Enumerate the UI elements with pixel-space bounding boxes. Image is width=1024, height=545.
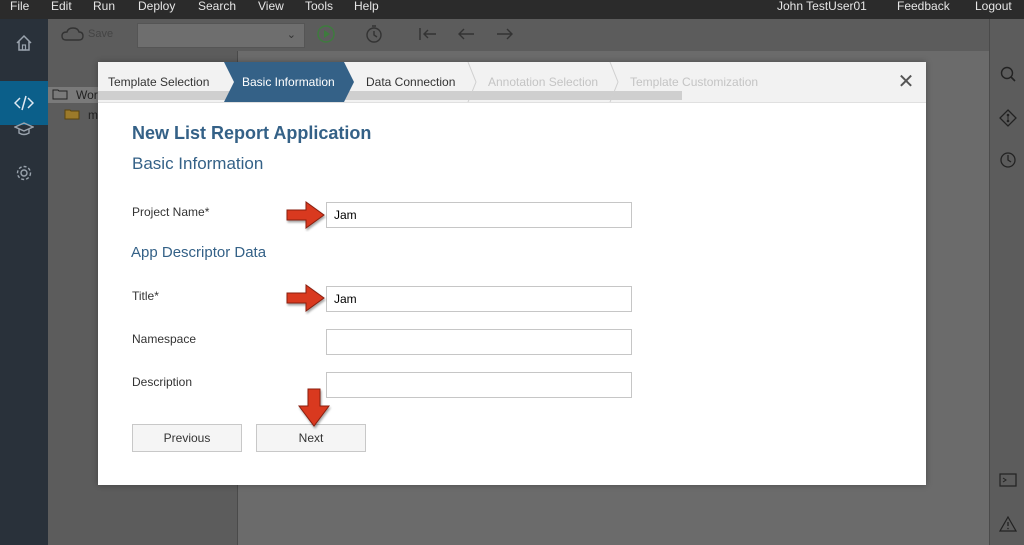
- project-folder-icon: [64, 108, 80, 123]
- cloud-save-icon: [60, 26, 84, 45]
- user-name[interactable]: John TestUser01: [777, 0, 867, 14]
- menu-search[interactable]: Search: [198, 0, 236, 14]
- title-input[interactable]: Jam: [326, 286, 632, 312]
- close-icon[interactable]: ✕: [896, 72, 916, 92]
- app-descriptor-title: App Descriptor Data: [131, 244, 267, 261]
- menu-view[interactable]: View: [258, 0, 284, 14]
- arrow-right-icon: [286, 201, 325, 229]
- logout-link[interactable]: Logout: [975, 0, 1012, 14]
- project-name-label: Project Name*: [132, 205, 210, 219]
- history-icon[interactable]: [997, 149, 1019, 171]
- new-project-wizard-dialog: Template Selection Basic Information Dat…: [98, 62, 926, 485]
- menu-run[interactable]: Run: [93, 0, 115, 14]
- description-label: Description: [132, 375, 193, 389]
- toolbar: Save ⌄: [48, 19, 989, 51]
- warning-icon[interactable]: [997, 513, 1019, 535]
- step-template-customization: Template Customization: [630, 75, 759, 89]
- step-basic-information[interactable]: Basic Information: [224, 62, 354, 102]
- timer-icon[interactable]: [364, 24, 384, 47]
- save-button[interactable]: Save: [88, 28, 113, 40]
- wizard-title: New List Report Application: [132, 123, 372, 143]
- back-arrow-icon[interactable]: [456, 26, 476, 45]
- forward-arrow-icon[interactable]: [495, 26, 515, 45]
- gear-icon[interactable]: [12, 161, 36, 185]
- code-icon[interactable]: [12, 91, 36, 115]
- menu-bar: File Edit Run Deploy Search View Tools H…: [0, 0, 1024, 19]
- run-icon[interactable]: [316, 24, 336, 47]
- description-input[interactable]: [326, 372, 632, 398]
- left-sidebar: [0, 19, 48, 545]
- run-config-select[interactable]: ⌄: [137, 23, 305, 48]
- arrow-right-icon: [286, 284, 325, 312]
- workspace-label[interactable]: Wor: [76, 88, 98, 102]
- search-icon[interactable]: [997, 63, 1019, 85]
- arrow-down-icon: [298, 388, 330, 427]
- right-sidebar: [989, 19, 1024, 545]
- git-icon[interactable]: [997, 107, 1019, 129]
- menu-file[interactable]: File: [10, 0, 29, 14]
- folder-icon: [52, 88, 68, 103]
- wizard-steps: Template Selection Basic Information Dat…: [98, 62, 926, 103]
- project-label[interactable]: m: [88, 108, 98, 122]
- feedback-link[interactable]: Feedback: [897, 0, 950, 14]
- previous-button[interactable]: Previous: [132, 424, 242, 452]
- home-icon[interactable]: [12, 31, 36, 55]
- chevron-down-icon: ⌄: [286, 29, 296, 41]
- menu-edit[interactable]: Edit: [51, 0, 72, 14]
- outdent-icon[interactable]: [418, 26, 438, 45]
- step-template-selection[interactable]: Template Selection: [108, 62, 209, 102]
- graduation-cap-icon[interactable]: [12, 117, 36, 141]
- menu-help[interactable]: Help: [354, 0, 379, 14]
- section-title: Basic Information: [132, 154, 264, 173]
- step-annotation-selection: Annotation Selection: [488, 75, 599, 89]
- step-separator: [467, 62, 477, 102]
- namespace-input[interactable]: [326, 329, 632, 355]
- menu-deploy[interactable]: Deploy: [138, 0, 175, 14]
- namespace-label: Namespace: [132, 332, 197, 346]
- project-name-input[interactable]: Jam: [326, 202, 632, 228]
- step-data-connection[interactable]: Data Connection: [366, 62, 455, 102]
- console-icon[interactable]: [997, 469, 1019, 491]
- step-separator: [609, 62, 619, 102]
- menu-tools[interactable]: Tools: [305, 0, 333, 14]
- title-label: Title*: [132, 289, 159, 303]
